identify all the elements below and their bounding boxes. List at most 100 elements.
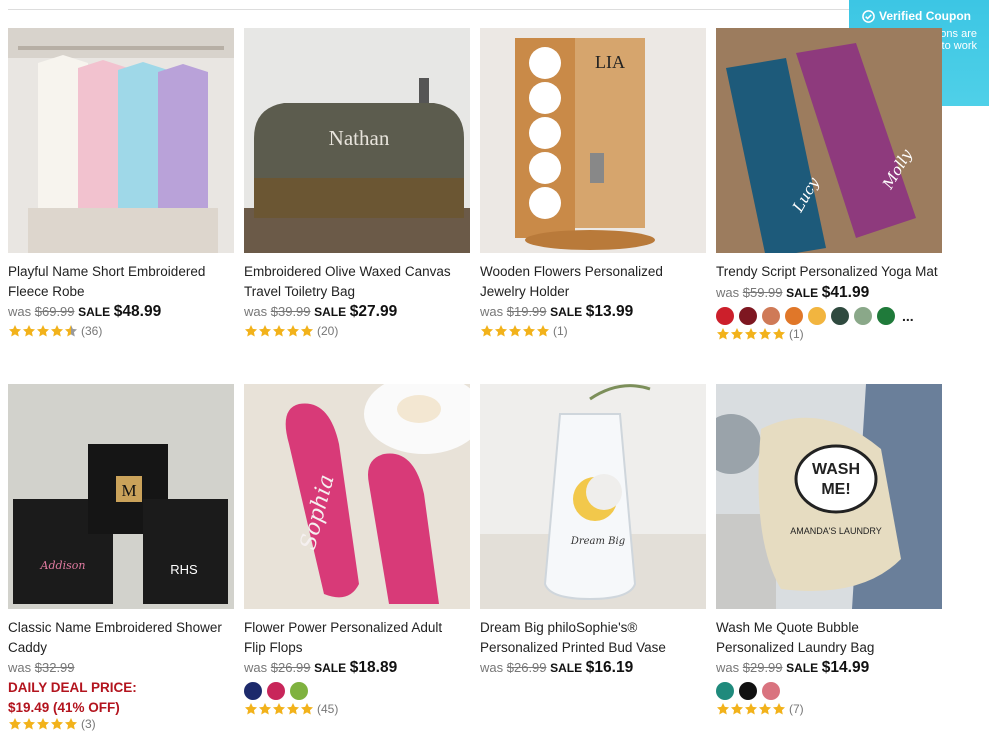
- product-title[interactable]: Trendy Script Personalized Yoga Mat: [716, 262, 942, 282]
- rating[interactable]: (20): [244, 324, 470, 338]
- rating[interactable]: (36): [8, 324, 234, 338]
- rating[interactable]: (45): [244, 702, 470, 716]
- star-icon: [772, 703, 786, 715]
- laundry-text-2: ME!: [821, 481, 850, 498]
- color-swatch[interactable]: [716, 682, 734, 700]
- product-card[interactable]: Sophia Flower Power Personalized Adult Fl…: [244, 384, 470, 716]
- star-icon: [730, 703, 744, 715]
- product-title-line2[interactable]: Fleece Robe: [8, 282, 234, 302]
- product-title-line2[interactable]: Personalized Printed Bud Vase: [480, 638, 706, 658]
- color-swatch[interactable]: [739, 306, 757, 325]
- product-card[interactable]: LIA Wooden Flowers Personalized Jewelry H…: [480, 28, 706, 338]
- more-colors-button[interactable]: ...: [902, 309, 914, 323]
- color-swatch[interactable]: [762, 306, 780, 325]
- product-image[interactable]: Sophia: [244, 384, 470, 609]
- was-price: $59.99: [742, 284, 783, 300]
- color-swatch[interactable]: [854, 306, 872, 325]
- review-count: (36): [81, 324, 103, 338]
- product-title[interactable]: Playful Name Short Embroidered: [8, 262, 234, 282]
- product-image[interactable]: LIA: [480, 28, 706, 253]
- star-icon: [22, 325, 36, 337]
- color-swatch[interactable]: [290, 682, 308, 700]
- star-icon: [758, 703, 772, 715]
- sale-label: SALE: [550, 661, 583, 675]
- color-swatch[interactable]: [877, 306, 895, 325]
- color-swatches: ...: [716, 306, 942, 325]
- price-row: was $69.99 SALE $48.99: [8, 302, 234, 322]
- product-card[interactable]: Dream Big Dream Big philoSophie's® Person…: [480, 384, 706, 678]
- holder-name-text: LIA: [595, 52, 625, 72]
- sale-label: SALE: [786, 661, 819, 675]
- product-image[interactable]: Lucy Molly: [716, 28, 942, 253]
- was-price: $39.99: [270, 304, 311, 319]
- rating[interactable]: (1): [716, 327, 942, 341]
- color-swatch[interactable]: [267, 682, 285, 700]
- product-card[interactable]: M RHS Addison Classic Name Embroidered S…: [8, 384, 234, 731]
- sale-price: $18.89: [349, 659, 398, 676]
- color-swatch[interactable]: [762, 682, 780, 700]
- sale-price: $48.99: [113, 303, 162, 320]
- was-label: was: [716, 284, 740, 300]
- price-row: was $26.99 SALE $16.19: [480, 658, 706, 678]
- product-image[interactable]: Nathan: [244, 28, 470, 253]
- color-swatch[interactable]: [716, 306, 734, 325]
- product-title-line2[interactable]: Jewelry Holder: [480, 282, 706, 302]
- rating[interactable]: (7): [716, 702, 942, 716]
- star-icon: [300, 703, 314, 715]
- sale-label: SALE: [78, 305, 111, 319]
- price-row: was $39.99 SALE $27.99: [244, 302, 470, 322]
- review-count: (1): [553, 324, 568, 338]
- star-icon: [744, 703, 758, 715]
- color-swatch[interactable]: [739, 682, 757, 700]
- rating[interactable]: (1): [480, 324, 706, 338]
- product-card[interactable]: Playful Name Short Embroidered Fleece Rob…: [8, 28, 234, 338]
- sale-price: $13.99: [585, 303, 634, 320]
- vase-text: Dream Big: [570, 536, 625, 547]
- color-swatch[interactable]: [244, 682, 262, 700]
- product-title[interactable]: Flower Power Personalized Adult: [244, 618, 470, 638]
- product-card[interactable]: Lucy Molly Trendy Script Personalized Yo…: [716, 28, 942, 341]
- product-image[interactable]: WASH ME! AMANDA'S LAUNDRY: [716, 384, 942, 609]
- product-title-line2[interactable]: Flip Flops: [244, 638, 470, 658]
- star-icon: [494, 325, 508, 337]
- was-label: was: [8, 304, 32, 319]
- laundry-text-1: WASH: [812, 461, 860, 478]
- product-image[interactable]: [8, 28, 234, 253]
- was-label: was: [244, 304, 268, 319]
- product-card[interactable]: WASH ME! AMANDA'S LAUNDRY Wash Me Quote …: [716, 384, 942, 716]
- product-image[interactable]: M RHS Addison: [8, 384, 234, 609]
- sale-price: $41.99: [821, 283, 870, 301]
- star-rating: [8, 324, 78, 338]
- star-icon: [244, 703, 258, 715]
- star-icon: [772, 327, 786, 339]
- product-title[interactable]: Wooden Flowers Personalized: [480, 262, 706, 282]
- product-title[interactable]: Embroidered Olive Waxed Canvas: [244, 262, 470, 282]
- product-card[interactable]: Nathan Embroidered Olive Waxed Canvas Tra…: [244, 28, 470, 338]
- review-count: (3): [81, 717, 96, 731]
- was-price: $69.99: [34, 304, 75, 319]
- caddy-monogram-rhs: RHS: [170, 562, 198, 577]
- product-title-line2[interactable]: Personalized Laundry Bag: [716, 638, 942, 658]
- product-title-line2[interactable]: Travel Toiletry Bag: [244, 282, 470, 302]
- color-swatch[interactable]: [785, 306, 803, 325]
- daily-deal-label: DAILY DEAL PRICE:: [8, 680, 137, 695]
- star-icon: [22, 718, 36, 730]
- daily-deal-price: $19.49 (41% OFF): [8, 699, 120, 715]
- star-rating: [244, 702, 314, 716]
- was-price: $32.99: [34, 660, 75, 675]
- product-title[interactable]: Classic Name Embroidered Shower: [8, 618, 234, 638]
- product-title[interactable]: Dream Big philoSophie's®: [480, 618, 706, 638]
- caddy-name: Addison: [40, 559, 86, 572]
- star-icon: [64, 718, 78, 730]
- product-title-line2[interactable]: Caddy: [8, 638, 234, 658]
- product-title[interactable]: Wash Me Quote Bubble: [716, 618, 942, 638]
- price-row: was $32.99: [8, 658, 234, 678]
- price-row: was $29.99 SALE $14.99: [716, 658, 942, 678]
- product-image[interactable]: Dream Big: [480, 384, 706, 609]
- star-rating: [480, 324, 550, 338]
- rating[interactable]: (3): [8, 717, 234, 731]
- color-swatch[interactable]: [831, 306, 849, 325]
- was-label: was: [8, 660, 32, 675]
- color-swatch[interactable]: [808, 306, 826, 325]
- star-icon: [730, 327, 744, 339]
